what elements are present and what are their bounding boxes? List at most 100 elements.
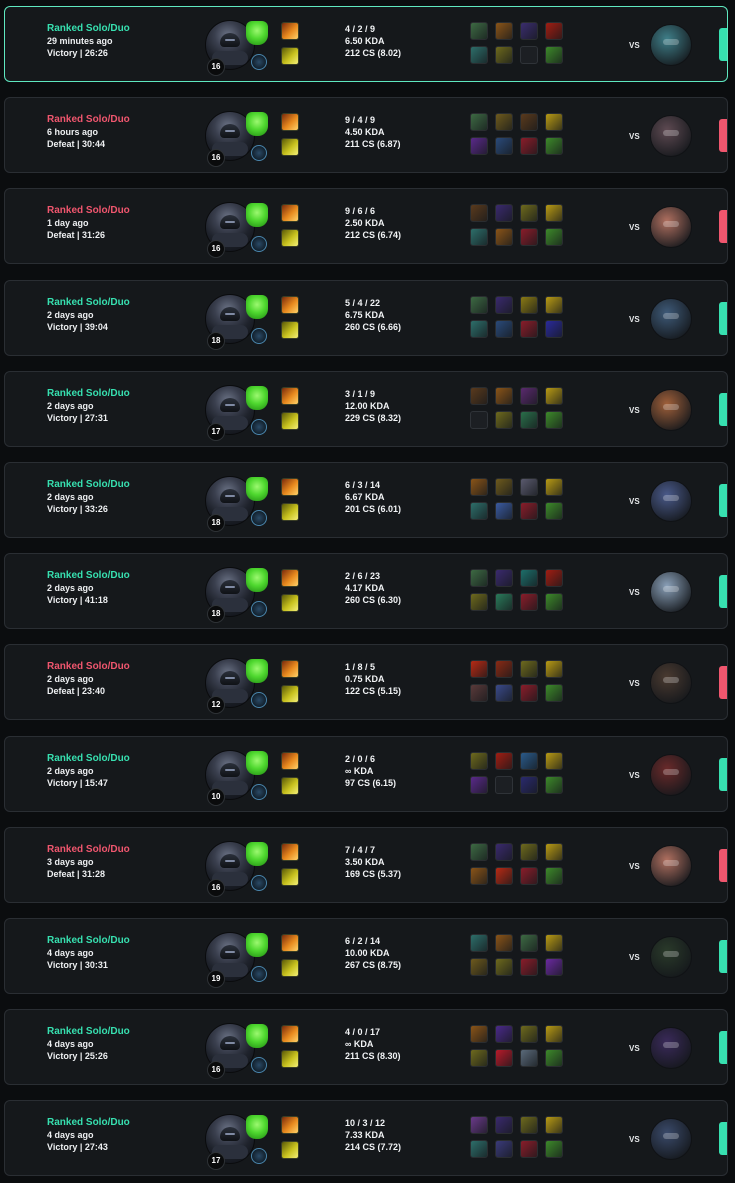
item-icon[interactable] (520, 204, 538, 223)
item-icon[interactable] (470, 228, 488, 247)
item-icon[interactable] (545, 295, 563, 314)
item-icon[interactable] (470, 502, 488, 520)
opponent-champion-icon[interactable] (650, 388, 692, 431)
ignite-spell-icon[interactable] (281, 751, 299, 770)
item-icon[interactable] (520, 569, 538, 588)
keystone-rune-icon[interactable] (246, 841, 268, 866)
keystone-rune-icon[interactable] (246, 21, 268, 45)
item-icon[interactable] (545, 319, 563, 338)
item-icon[interactable] (470, 751, 488, 770)
item-icon[interactable] (495, 1116, 513, 1135)
item-icon[interactable] (495, 593, 513, 612)
opponent-champion-icon[interactable] (650, 24, 692, 66)
item-icon[interactable] (470, 22, 488, 40)
item-icon[interactable] (495, 295, 513, 314)
flash-spell-icon[interactable] (281, 685, 299, 704)
secondary-rune-icon[interactable] (251, 783, 267, 800)
item-icon[interactable] (520, 1140, 538, 1159)
item-icon[interactable] (545, 1140, 563, 1159)
item-icon[interactable] (520, 958, 538, 976)
item-icon[interactable] (470, 478, 488, 496)
item-icon[interactable] (520, 842, 538, 861)
item-icon[interactable] (545, 1049, 563, 1068)
item-icon[interactable] (520, 593, 538, 612)
flash-spell-icon[interactable] (281, 959, 299, 977)
match-card[interactable]: Ranked Solo/Duo 1 day ago Defeat | 31:26… (4, 188, 728, 265)
item-icon[interactable] (495, 660, 513, 679)
item-icon[interactable] (470, 295, 488, 314)
item-icon[interactable] (470, 660, 488, 679)
secondary-rune-icon[interactable] (251, 145, 267, 162)
match-card[interactable]: Ranked Solo/Duo 2 days ago Victory | 33:… (4, 462, 728, 538)
item-icon[interactable] (520, 775, 538, 794)
flash-spell-icon[interactable] (281, 138, 299, 157)
item-icon[interactable] (545, 775, 563, 794)
flash-spell-icon[interactable] (281, 1050, 299, 1069)
item-icon[interactable] (545, 386, 563, 405)
match-card[interactable]: Ranked Solo/Duo 2 days ago Victory | 39:… (4, 279, 728, 356)
item-icon[interactable] (545, 866, 563, 885)
item-icon[interactable] (520, 1116, 538, 1135)
item-icon[interactable] (545, 660, 563, 679)
item-icon[interactable] (545, 751, 563, 770)
item-icon[interactable] (470, 934, 488, 952)
ignite-spell-icon[interactable] (281, 204, 299, 223)
item-icon[interactable] (520, 934, 538, 952)
opponent-champion-icon[interactable] (650, 206, 692, 249)
item-icon[interactable] (520, 137, 538, 156)
item-icon[interactable] (545, 204, 563, 223)
item-icon[interactable] (470, 204, 488, 223)
item-icon[interactable] (495, 751, 513, 770)
secondary-rune-icon[interactable] (251, 510, 267, 526)
secondary-rune-icon[interactable] (251, 692, 267, 709)
match-card[interactable]: Ranked Solo/Duo 2 days ago Victory | 15:… (4, 735, 728, 812)
match-card[interactable]: Ranked Solo/Duo 4 days ago Victory | 30:… (4, 918, 728, 994)
item-icon[interactable] (545, 1025, 563, 1044)
item-icon[interactable] (495, 866, 513, 885)
item-icon[interactable] (495, 1140, 513, 1159)
opponent-champion-icon[interactable] (650, 480, 692, 522)
item-icon[interactable] (545, 502, 563, 520)
item-icon[interactable] (520, 1025, 538, 1044)
keystone-rune-icon[interactable] (246, 1115, 268, 1140)
item-icon[interactable] (495, 319, 513, 338)
item-icon[interactable] (470, 866, 488, 885)
keystone-rune-icon[interactable] (246, 385, 268, 410)
item-icon[interactable] (520, 228, 538, 247)
item-icon[interactable] (470, 1049, 488, 1068)
item-icon[interactable] (520, 113, 538, 132)
secondary-rune-icon[interactable] (251, 54, 267, 70)
item-icon[interactable] (545, 934, 563, 952)
item-icon[interactable] (495, 228, 513, 247)
ignite-spell-icon[interactable] (281, 1025, 299, 1044)
ignite-spell-icon[interactable] (281, 113, 299, 132)
opponent-champion-icon[interactable] (650, 936, 692, 978)
keystone-rune-icon[interactable] (246, 659, 268, 684)
secondary-rune-icon[interactable] (251, 327, 267, 344)
ignite-spell-icon[interactable] (281, 1116, 299, 1135)
item-icon[interactable] (495, 113, 513, 132)
item-icon[interactable] (495, 569, 513, 588)
item-icon[interactable] (520, 478, 538, 496)
secondary-rune-icon[interactable] (251, 1148, 267, 1165)
item-icon[interactable] (495, 958, 513, 976)
secondary-rune-icon[interactable] (251, 601, 267, 618)
flash-spell-icon[interactable] (281, 503, 299, 521)
item-icon[interactable] (520, 751, 538, 770)
opponent-champion-icon[interactable] (650, 571, 692, 614)
match-card[interactable]: Ranked Solo/Duo 3 days ago Defeat | 31:2… (4, 826, 728, 903)
item-icon[interactable] (520, 410, 538, 429)
match-card[interactable]: Ranked Solo/Duo 2 days ago Victory | 27:… (4, 370, 728, 447)
keystone-rune-icon[interactable] (246, 933, 268, 957)
match-card[interactable]: Ranked Solo/Duo 2 days ago Defeat | 23:4… (4, 644, 728, 721)
item-icon[interactable] (520, 866, 538, 885)
flash-spell-icon[interactable] (281, 1141, 299, 1160)
item-icon[interactable] (520, 319, 538, 338)
secondary-rune-icon[interactable] (251, 966, 267, 982)
item-icon[interactable] (545, 684, 563, 703)
secondary-rune-icon[interactable] (251, 874, 267, 891)
item-icon[interactable] (495, 46, 513, 64)
item-icon[interactable] (520, 660, 538, 679)
item-icon[interactable] (470, 1116, 488, 1135)
flash-spell-icon[interactable] (281, 320, 299, 339)
